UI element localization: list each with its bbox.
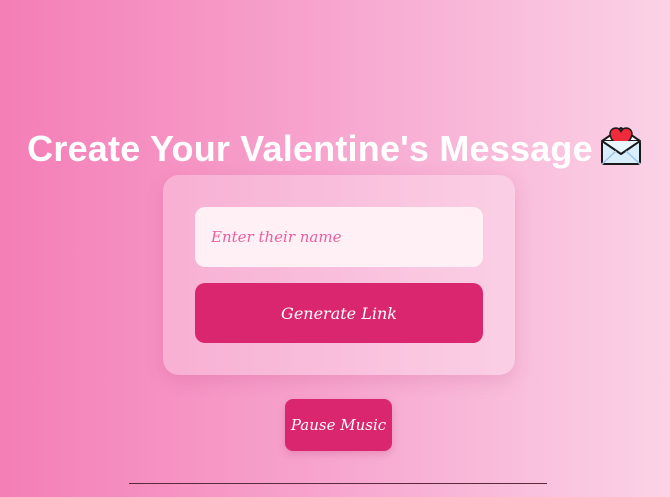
page-title-text: Create Your Valentine's Message (27, 128, 593, 170)
page-title: Create Your Valentine's Message (0, 124, 670, 176)
generate-link-button[interactable]: Generate Link (195, 283, 483, 343)
love-letter-icon (599, 124, 643, 176)
pause-music-button[interactable]: Pause Music (285, 399, 392, 451)
divider (129, 483, 547, 484)
message-card: Generate Link (163, 175, 515, 375)
name-input[interactable] (195, 207, 483, 267)
